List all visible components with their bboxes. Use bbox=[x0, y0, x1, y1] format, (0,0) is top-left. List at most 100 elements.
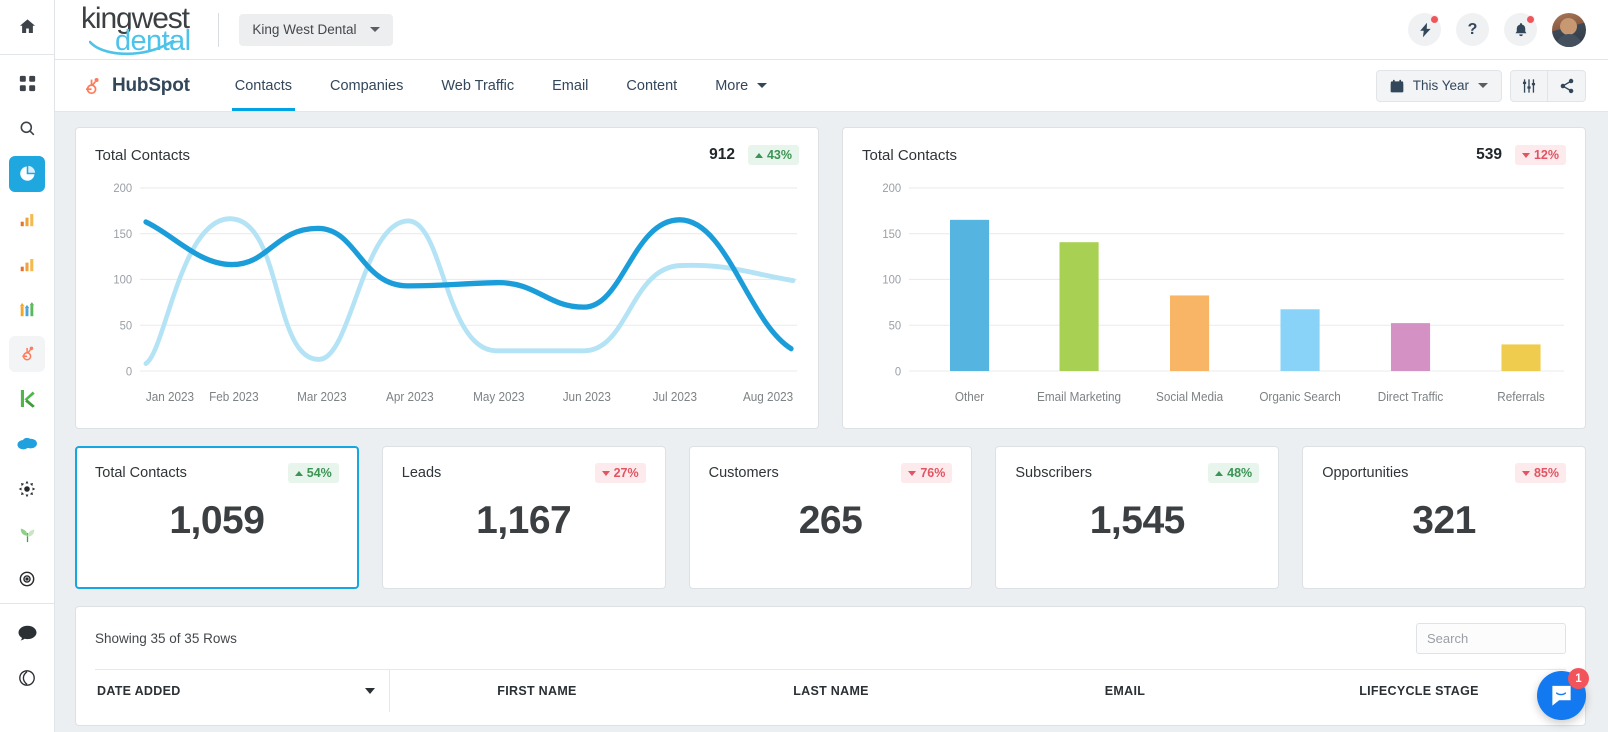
kpi-delta-label: 27% bbox=[614, 466, 639, 480]
svg-text:Organic Search: Organic Search bbox=[1259, 389, 1341, 404]
kpi-card-subscribers[interactable]: Subscribers 48% 1,545 bbox=[995, 446, 1279, 589]
rail-slot-data-source bbox=[0, 466, 55, 511]
kpi-row: Total Contacts 54% 1,059 Leads 27% bbox=[75, 446, 1586, 589]
kpi-header: Leads 27% bbox=[402, 463, 646, 483]
calendar-icon bbox=[1390, 79, 1404, 93]
svg-text:Feb 2023: Feb 2023 bbox=[209, 389, 259, 404]
line-chart-value: 912 bbox=[709, 146, 735, 164]
user-avatar[interactable] bbox=[1552, 13, 1586, 47]
column-header-email-label: EMAIL bbox=[1105, 684, 1145, 698]
line-chart-plot: 200 150 100 50 0 Jan 2023 Feb 2023 bbox=[95, 173, 799, 420]
dashboard-pie-icon[interactable] bbox=[9, 156, 45, 192]
tab-contacts[interactable]: Contacts bbox=[216, 60, 311, 111]
kpi-header: Opportunities 85% bbox=[1322, 463, 1566, 483]
column-header-lifecycle-stage[interactable]: LIFECYCLE STAGE bbox=[1272, 684, 1566, 698]
column-header-first-name[interactable]: FIRST NAME bbox=[390, 684, 684, 698]
kpi-value: 1,167 bbox=[402, 499, 646, 543]
svg-text:100: 100 bbox=[113, 273, 132, 287]
chevron-down-icon bbox=[1478, 83, 1488, 88]
triangle-up-icon bbox=[295, 471, 303, 476]
bar-email-marketing[interactable] bbox=[1060, 242, 1099, 371]
bar-direct-traffic[interactable] bbox=[1391, 323, 1430, 371]
target-icon[interactable] bbox=[9, 561, 45, 597]
filter-sliders-icon[interactable] bbox=[1510, 70, 1548, 102]
tab-email[interactable]: Email bbox=[533, 60, 607, 111]
svg-text:100: 100 bbox=[882, 273, 901, 287]
chat-bubble-icon[interactable] bbox=[9, 615, 45, 651]
bar-chart-plot: 200 150 100 50 0 Other E bbox=[862, 173, 1566, 420]
tab-email-label: Email bbox=[552, 78, 588, 94]
kpi-delta-label: 76% bbox=[920, 466, 945, 480]
bar-other[interactable] bbox=[950, 220, 989, 371]
bar-chart-header: Total Contacts 539 12% bbox=[862, 145, 1566, 165]
tab-companies[interactable]: Companies bbox=[311, 60, 422, 111]
apps-grid-icon[interactable] bbox=[9, 66, 45, 102]
svg-text:Referrals: Referrals bbox=[1497, 389, 1545, 404]
kpi-card-customers[interactable]: Customers 76% 265 bbox=[689, 446, 973, 589]
kpi-header: Subscribers 48% bbox=[1015, 463, 1259, 483]
svg-text:0: 0 bbox=[126, 365, 133, 379]
bell-icon[interactable] bbox=[1504, 13, 1537, 46]
hubspot-brand-label: HubSpot bbox=[112, 75, 190, 97]
account-selector[interactable]: King West Dental bbox=[239, 14, 393, 46]
tab-more[interactable]: More bbox=[696, 60, 786, 111]
kpi-header: Total Contacts 54% bbox=[95, 463, 339, 483]
svg-text:200: 200 bbox=[113, 182, 132, 196]
svg-text:May 2023: May 2023 bbox=[473, 389, 525, 404]
data-source-icon[interactable] bbox=[9, 471, 45, 507]
hubspot-sprocket-icon[interactable] bbox=[9, 336, 45, 372]
contacts-table-card: Showing 35 of 35 Rows DATE ADDED FIRST N… bbox=[75, 606, 1586, 726]
column-header-email[interactable]: EMAIL bbox=[978, 684, 1272, 698]
bar-organic-search[interactable] bbox=[1280, 309, 1319, 371]
bar-chart-alt-icon[interactable] bbox=[9, 246, 45, 282]
hubspot-sprocket-icon bbox=[81, 75, 103, 97]
leaf-icon[interactable] bbox=[9, 516, 45, 552]
date-range-selector[interactable]: This Year bbox=[1376, 70, 1502, 102]
column-header-last-name-label: LAST NAME bbox=[793, 684, 869, 698]
kpi-card-leads[interactable]: Leads 27% 1,167 bbox=[382, 446, 666, 589]
tab-content[interactable]: Content bbox=[607, 60, 696, 111]
kpi-delta-badge: 76% bbox=[901, 463, 952, 483]
line-chart-header: Total Contacts 912 43% bbox=[95, 145, 799, 165]
svg-text:Jan 2023: Jan 2023 bbox=[146, 389, 194, 404]
intercom-chat-launcher[interactable]: 1 bbox=[1537, 671, 1586, 720]
search-input[interactable] bbox=[1416, 623, 1566, 654]
lightning-icon[interactable] bbox=[1408, 13, 1441, 46]
svg-text:200: 200 bbox=[882, 182, 901, 196]
dashboard-content: Total Contacts 912 43% bbox=[55, 112, 1608, 732]
salesforce-cloud-icon[interactable] bbox=[9, 426, 45, 462]
bar-referrals[interactable] bbox=[1501, 344, 1540, 371]
search-icon[interactable] bbox=[9, 111, 45, 147]
bar-chart-icon[interactable] bbox=[9, 201, 45, 237]
column-header-date-added[interactable]: DATE ADDED bbox=[95, 670, 390, 712]
logo-swoosh-icon bbox=[89, 40, 175, 56]
column-header-last-name[interactable]: LAST NAME bbox=[684, 684, 978, 698]
kpi-card-opportunities[interactable]: Opportunities 85% 321 bbox=[1302, 446, 1586, 589]
bar-social-media[interactable] bbox=[1170, 295, 1209, 371]
support-icon[interactable] bbox=[9, 660, 45, 696]
line-chart-delta-label: 43% bbox=[767, 148, 792, 162]
colored-bars-icon[interactable] bbox=[9, 291, 45, 327]
kpi-delta-badge: 27% bbox=[595, 463, 646, 483]
svg-text:Direct Traffic: Direct Traffic bbox=[1378, 389, 1444, 404]
klipfolio-k-icon[interactable] bbox=[9, 381, 45, 417]
tab-web-traffic[interactable]: Web Traffic bbox=[422, 60, 533, 111]
rail-slot-reports bbox=[0, 196, 55, 241]
bar-chart-summary: 539 12% bbox=[1476, 145, 1566, 165]
triangle-down-icon bbox=[908, 471, 916, 476]
kpi-delta-badge: 48% bbox=[1208, 463, 1259, 483]
kpi-label: Opportunities bbox=[1322, 465, 1408, 481]
rail-divider-top bbox=[0, 54, 55, 55]
bar-chart-title: Total Contacts bbox=[862, 147, 957, 164]
kpi-card-total-contacts[interactable]: Total Contacts 54% 1,059 bbox=[75, 446, 359, 589]
rail-slot-dashboard bbox=[0, 151, 55, 196]
nav-icon-group bbox=[1510, 70, 1586, 102]
chevron-down-icon bbox=[757, 83, 767, 88]
help-icon[interactable]: ? bbox=[1456, 13, 1489, 46]
svg-text:Jun 2023: Jun 2023 bbox=[563, 389, 611, 404]
rail-slot-comparisons bbox=[0, 286, 55, 331]
share-icon[interactable] bbox=[1548, 70, 1586, 102]
kpi-header: Customers 76% bbox=[709, 463, 953, 483]
main-column: kingwest dental King West Dental ? bbox=[55, 0, 1608, 732]
home-icon[interactable] bbox=[9, 8, 45, 44]
